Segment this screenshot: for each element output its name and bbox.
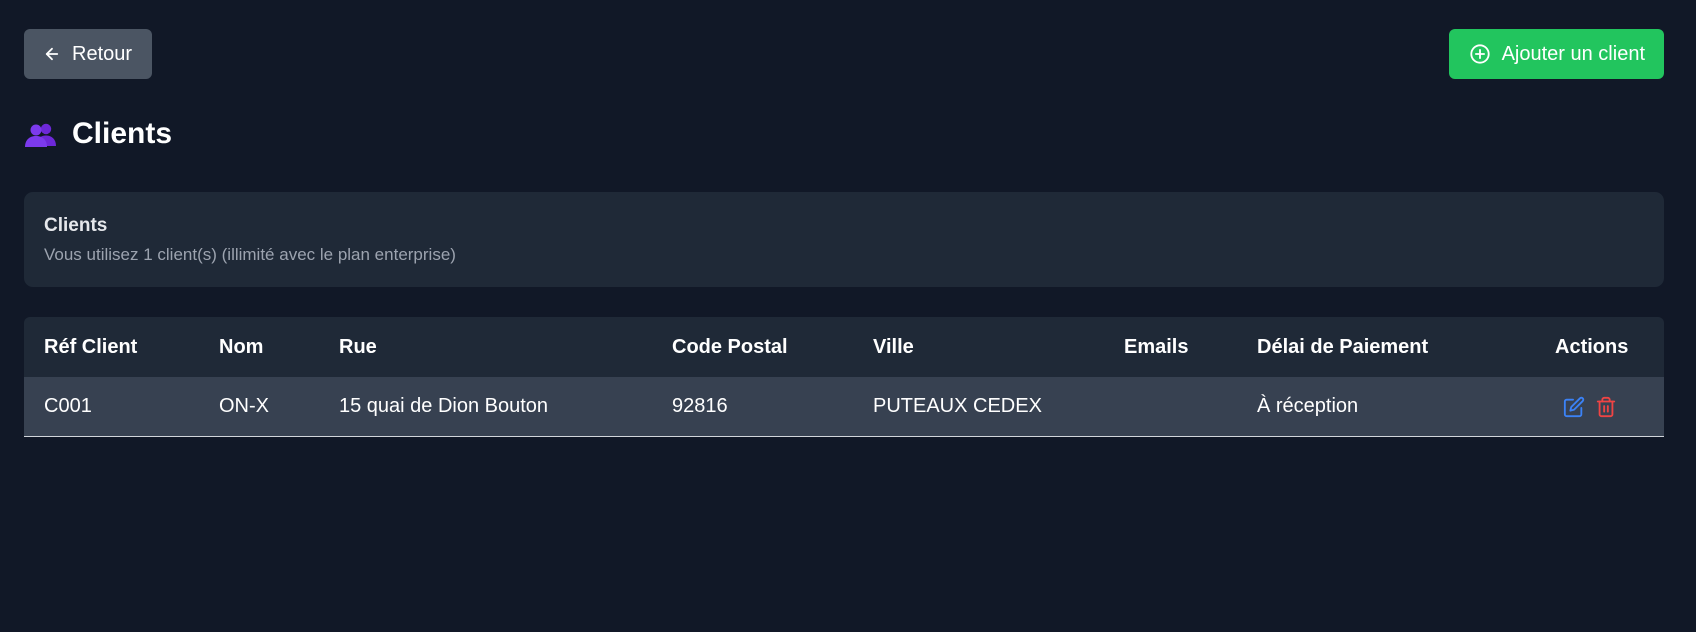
cell-delai: À réception [1257, 395, 1359, 417]
usage-card-title: Clients [44, 215, 108, 236]
column-header-ville[interactable]: Ville [853, 317, 1104, 377]
column-header-code-postal[interactable]: Code Postal [652, 317, 853, 377]
add-client-button[interactable]: Ajouter un client [1448, 29, 1664, 79]
page: Retour Ajouter un client Clients Clients… [24, 29, 1664, 437]
column-header-nom[interactable]: Nom [199, 317, 319, 377]
column-header-ref[interactable]: Réf Client [24, 317, 199, 377]
table-header-row: Réf Client Nom Rue Code Postal Ville Ema… [24, 317, 1664, 377]
cell-code-postal: 92816 [672, 395, 728, 417]
cell-ville: PUTEAUX CEDEX [873, 395, 1042, 417]
cell-emails [1104, 377, 1237, 436]
column-header-emails[interactable]: Emails [1104, 317, 1237, 377]
column-header-delai[interactable]: Délai de Paiement [1237, 317, 1535, 377]
back-button-label: Retour [72, 42, 133, 65]
add-client-button-label: Ajouter un client [1501, 42, 1645, 65]
cell-nom: ON-X [219, 395, 269, 417]
back-button[interactable]: Retour [24, 29, 153, 79]
cell-actions [1535, 377, 1664, 436]
plus-circle-icon [1469, 43, 1491, 65]
table-row[interactable]: C001 ON-X 15 quai de Dion Bouton 92816 P… [24, 377, 1664, 436]
page-header: Clients [24, 114, 1664, 154]
edit-icon[interactable] [1563, 396, 1585, 418]
usage-card-subtitle: Vous utilisez 1 client(s) (illimité avec… [44, 245, 456, 264]
people-icon [24, 119, 58, 149]
arrow-left-icon [43, 45, 61, 63]
page-title: Clients [72, 117, 173, 150]
column-header-actions: Actions [1555, 335, 1629, 358]
cell-ref: C001 [44, 395, 92, 417]
trash-icon[interactable] [1595, 396, 1617, 418]
top-toolbar: Retour Ajouter un client [24, 29, 1664, 79]
column-header-rue[interactable]: Rue [319, 317, 652, 377]
usage-info-card: Clients Vous utilisez 1 client(s) (illim… [24, 192, 1664, 287]
clients-table: Réf Client Nom Rue Code Postal Ville Ema… [24, 317, 1664, 437]
cell-rue: 15 quai de Dion Bouton [339, 395, 549, 417]
row-actions [1555, 396, 1664, 418]
